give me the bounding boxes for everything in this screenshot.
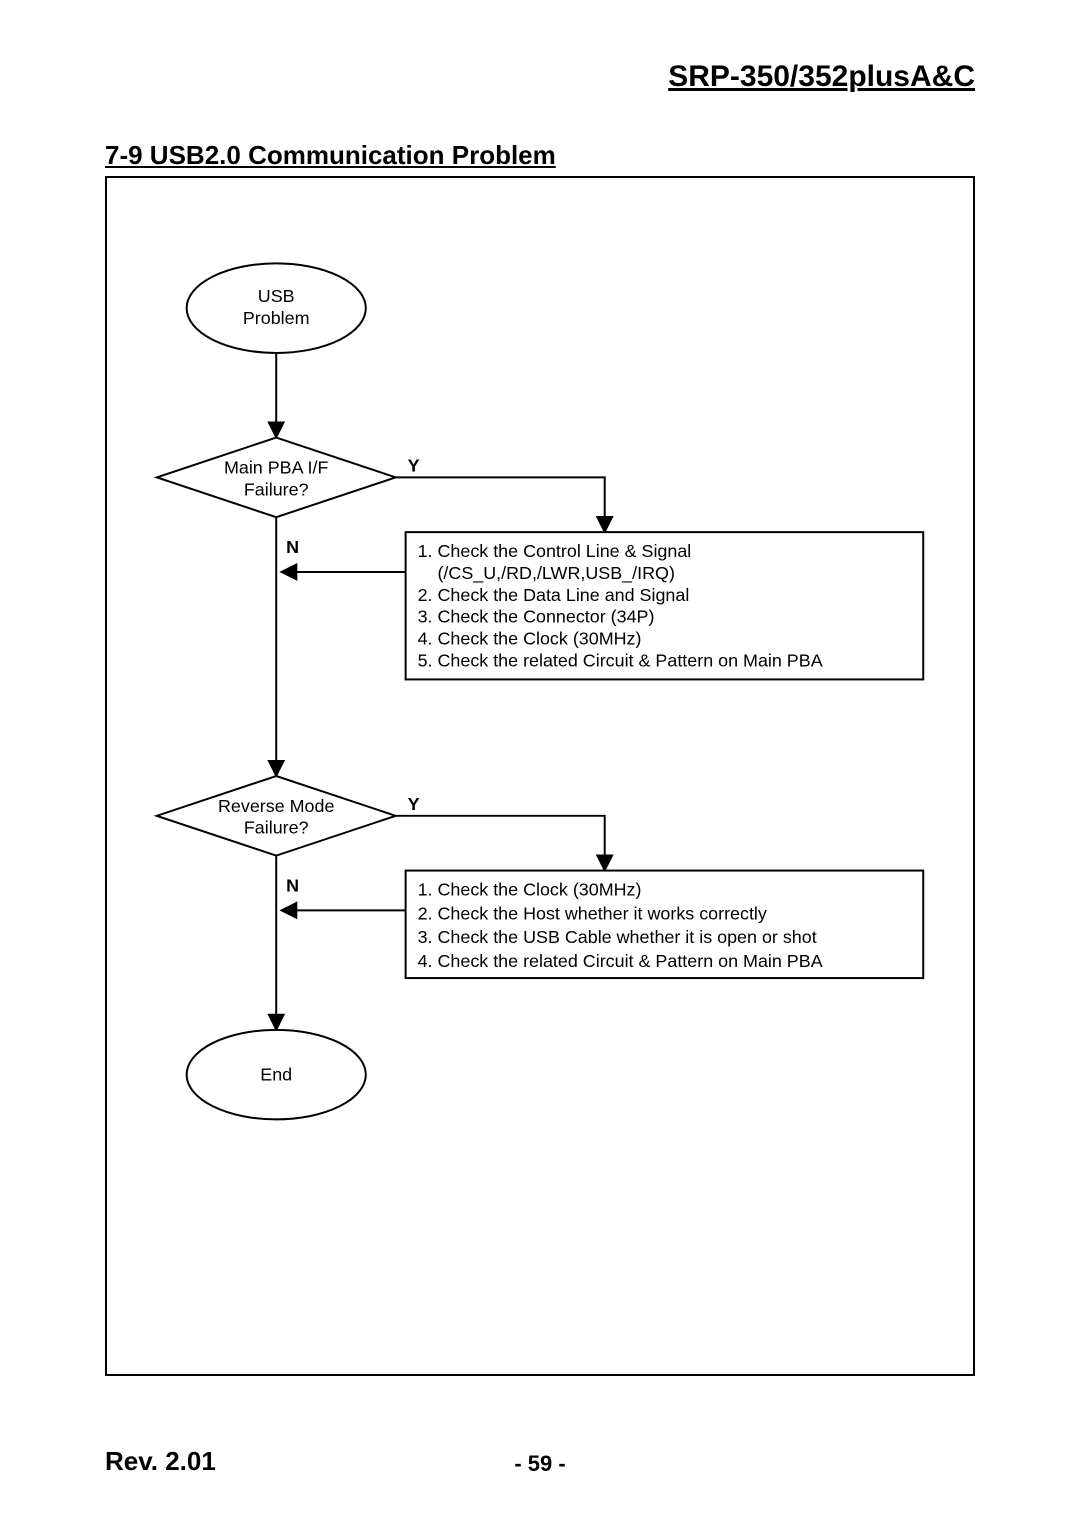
flow-start: USB Problem <box>187 263 366 353</box>
diagram-frame: USB Problem Main PBA I/F Failure? Y N <box>105 176 975 1376</box>
p2-l3: 3. Check the USB Cable whether it is ope… <box>418 927 817 947</box>
p1-l2: 2. Check the Data Line and Signal <box>418 585 690 605</box>
p2-l1: 1. Check the Clock (30MHz) <box>418 879 642 899</box>
flow-decision-2: Reverse Mode Failure? <box>157 776 396 856</box>
p2-l4: 4. Check the related Circuit & Pattern o… <box>418 951 823 971</box>
d2-line1: Reverse Mode <box>218 796 334 816</box>
p1-l1b: (/CS_U,/RD,/LWR,USB_/IRQ) <box>418 563 675 584</box>
p1-l5: 5. Check the related Circuit & Pattern o… <box>418 651 823 671</box>
p1-l4: 4. Check the Clock (30MHz) <box>418 629 642 649</box>
start-line1: USB <box>258 286 295 306</box>
d1-yes-label: Y <box>408 455 420 475</box>
p2-l2: 2. Check the Host whether it works corre… <box>418 903 767 923</box>
revision: Rev. 2.01 <box>105 1446 216 1477</box>
edge-d1-p1 <box>396 477 605 532</box>
d2-no-label: N <box>286 875 299 895</box>
flow-end: End <box>187 1030 366 1120</box>
document-title: SRP-350/352plusA&C <box>668 60 975 94</box>
p1-l1: 1. Check the Control Line & Signal <box>418 541 692 561</box>
d1-no-label: N <box>286 537 299 557</box>
end-label: End <box>260 1065 292 1085</box>
flow-process-2: 1. Check the Clock (30MHz) 2. Check the … <box>406 871 924 979</box>
edge-d2-p2 <box>396 816 605 871</box>
start-line2: Problem <box>243 308 310 328</box>
d2-line2: Failure? <box>244 818 309 838</box>
d2-yes-label: Y <box>408 794 420 814</box>
d1-line2: Failure? <box>244 479 309 499</box>
flow-process-1: 1. Check the Control Line & Signal (/CS_… <box>406 532 924 679</box>
d1-line1: Main PBA I/F <box>224 457 329 477</box>
flow-decision-1: Main PBA I/F Failure? <box>157 438 396 518</box>
flowchart: USB Problem Main PBA I/F Failure? Y N <box>107 178 973 1374</box>
p1-l3: 3. Check the Connector (34P) <box>418 607 655 627</box>
section-title: 7-9 USB2.0 Communication Problem <box>105 140 556 171</box>
